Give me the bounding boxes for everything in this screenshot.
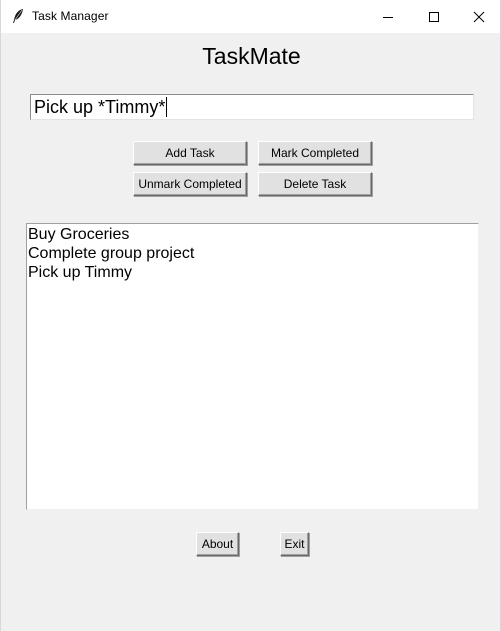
feather-icon	[13, 9, 23, 23]
exit-button[interactable]: Exit	[280, 532, 309, 556]
mark-completed-button[interactable]: Mark Completed	[258, 141, 372, 165]
list-item[interactable]: Buy Groceries	[28, 225, 478, 244]
add-task-button[interactable]: Add Task	[133, 141, 247, 165]
close-icon	[473, 11, 485, 22]
task-list[interactable]: Buy Groceries Complete group project Pic…	[26, 223, 479, 510]
minimize-icon	[383, 16, 393, 18]
unmark-completed-button[interactable]: Unmark Completed	[133, 172, 247, 196]
app-heading: TaskMate	[202, 43, 301, 69]
task-input-value: Pick up *Timmy*	[34, 97, 166, 117]
maximize-icon	[429, 11, 439, 22]
task-input[interactable]: Pick up *Timmy*	[30, 94, 474, 120]
delete-task-button[interactable]: Delete Task	[258, 172, 372, 196]
title-bar[interactable]: Task Manager	[1, 0, 500, 33]
list-item[interactable]: Pick up Timmy	[28, 263, 478, 282]
maximize-button[interactable]	[411, 0, 457, 33]
text-cursor	[166, 97, 168, 117]
about-button[interactable]: About	[196, 532, 239, 556]
window-title: Task Manager	[32, 9, 109, 23]
list-item[interactable]: Complete group project	[28, 244, 478, 263]
task-manager-window: Task Manager TaskMate Pick up *Timmy* Ad…	[0, 0, 501, 631]
minimize-button[interactable]	[365, 0, 411, 33]
close-button[interactable]	[456, 0, 501, 33]
